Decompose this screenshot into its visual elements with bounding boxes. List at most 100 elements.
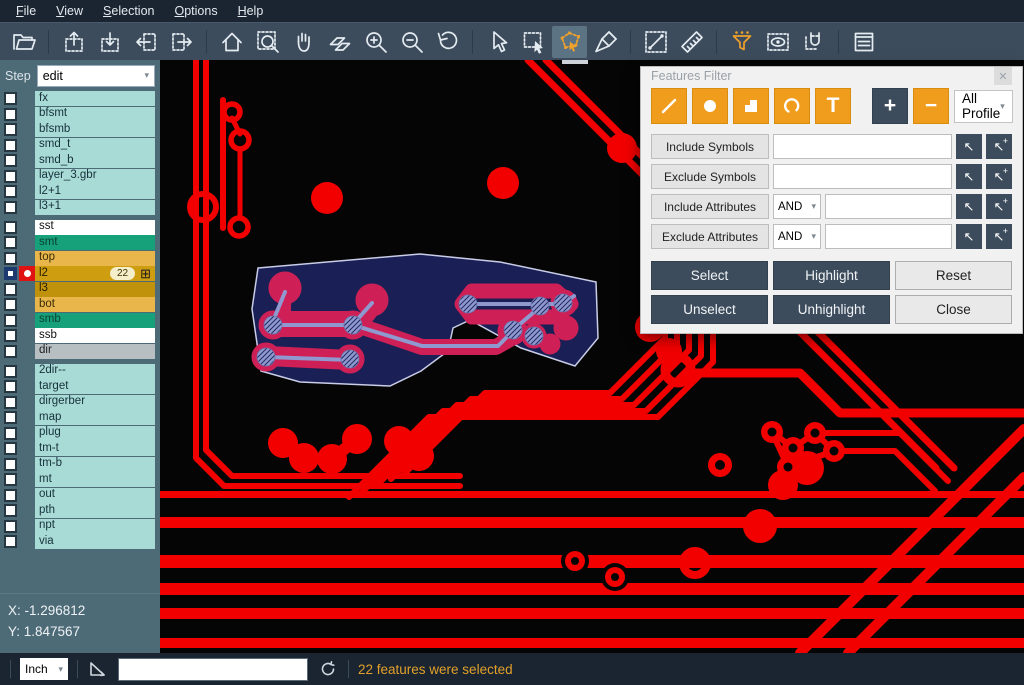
snap-magnet-button[interactable] (796, 26, 831, 58)
profile-select[interactable]: All Profile ▾ (954, 90, 1013, 123)
close-button[interactable]: Close (895, 295, 1012, 324)
layer-visibility-checkbox[interactable] (4, 489, 17, 502)
layer-visibility-checkbox[interactable] (4, 185, 17, 198)
layer-name-tm-b[interactable]: tm-b (35, 457, 155, 472)
step-select[interactable]: edit ▾ (37, 65, 155, 87)
layer-visibility-checkbox[interactable] (4, 108, 17, 121)
pick-arrow-button[interactable]: ↖ (956, 224, 982, 249)
include-attributes-button[interactable]: Include Attributes (651, 194, 769, 219)
layer-visibility-checkbox[interactable] (4, 298, 17, 311)
exclude-attributes-operator-select[interactable]: AND▾ (773, 224, 821, 249)
highlight-button[interactable]: Highlight (773, 261, 890, 290)
layer-visibility-checkbox[interactable] (4, 267, 17, 280)
layer-name-l3[interactable]: l3 (35, 282, 155, 297)
filter-arc-toggle[interactable] (774, 88, 810, 124)
pick-arrow-button[interactable]: ↖ (956, 194, 982, 219)
layer-visibility-checkbox[interactable] (4, 123, 17, 136)
layer-name-tm-t[interactable]: tm-t (35, 441, 155, 456)
menu-selection[interactable]: Selection (93, 2, 164, 20)
units-select[interactable]: Inch ▾ (20, 658, 68, 680)
menu-options[interactable]: Options (164, 2, 227, 20)
layer-name-2dir--[interactable]: 2dir-- (35, 364, 155, 379)
layer-visibility-checkbox[interactable] (4, 458, 17, 471)
import-down-button[interactable] (92, 26, 127, 58)
layer-visibility-checkbox[interactable] (4, 504, 17, 517)
unselect-button[interactable]: Unselect (651, 295, 768, 324)
include-attributes-input[interactable] (825, 194, 952, 219)
layer-name-smd_t[interactable]: smd_t (35, 138, 155, 153)
zoom-in-button[interactable] (358, 26, 393, 58)
include-attributes-operator-select[interactable]: AND▾ (773, 194, 821, 219)
reset-button[interactable]: Reset (895, 261, 1012, 290)
layer-visibility-checkbox[interactable] (4, 283, 17, 296)
layer-visibility-checkbox[interactable] (4, 345, 17, 358)
layer-name-smt[interactable]: smt (35, 235, 155, 250)
zoom-polygon-button[interactable] (322, 26, 357, 58)
select-button[interactable]: Select (651, 261, 768, 290)
include-symbols-button[interactable]: Include Symbols (651, 134, 769, 159)
layer-name-top[interactable]: top (35, 251, 155, 266)
measure-ruler-button[interactable] (674, 26, 709, 58)
pick-arrow-button[interactable]: ↖ (956, 164, 982, 189)
step-left-button[interactable] (128, 26, 163, 58)
exclude-symbols-button[interactable]: Exclude Symbols (651, 164, 769, 189)
layer-visibility-checkbox[interactable] (4, 535, 17, 548)
filter-surface-toggle[interactable] (733, 88, 769, 124)
layer-visibility-checkbox[interactable] (4, 139, 17, 152)
layer-visibility-checkbox[interactable] (4, 365, 17, 378)
layer-visibility-checkbox[interactable] (4, 252, 17, 265)
layer-name-ssb[interactable]: ssb (35, 328, 155, 343)
layer-name-l2+1[interactable]: l2+1 (35, 184, 155, 199)
zoom-previous-button[interactable] (430, 26, 465, 58)
layer-visibility-checkbox[interactable] (4, 411, 17, 424)
positive-polarity-toggle[interactable]: + (872, 88, 908, 124)
active-layer-indicator[interactable] (19, 266, 35, 281)
clear-brush-button[interactable] (588, 26, 623, 58)
menu-help[interactable]: Help (228, 2, 274, 20)
step-right-button[interactable] (164, 26, 199, 58)
exclude-attributes-button[interactable]: Exclude Attributes (651, 224, 769, 249)
layer-name-smb[interactable]: smb (35, 313, 155, 328)
command-input[interactable] (118, 658, 308, 681)
layer-visibility-checkbox[interactable] (4, 154, 17, 167)
layer-name-dirgerber[interactable]: dirgerber (35, 395, 155, 410)
layer-visibility-checkbox[interactable] (4, 427, 17, 440)
select-rectangle-button[interactable] (516, 26, 551, 58)
filter-line-toggle[interactable] (651, 88, 687, 124)
layer-name-pth[interactable]: pth (35, 503, 155, 518)
layer-name-bfsmb[interactable]: bfsmb (35, 122, 155, 137)
close-icon[interactable]: ✕ (994, 67, 1012, 85)
attributes-grid-icon[interactable]: ⊞ (140, 267, 151, 280)
layer-name-mt[interactable]: mt (35, 472, 155, 487)
layer-name-via[interactable]: via (35, 534, 155, 549)
layer-visibility-checkbox[interactable] (4, 442, 17, 455)
layer-name-fx[interactable]: fx (35, 91, 155, 106)
canvas-scroll-tab[interactable] (562, 60, 588, 64)
pick-arrow-add-button[interactable]: ↖+ (986, 224, 1012, 249)
pick-arrow-add-button[interactable]: ↖+ (986, 134, 1012, 159)
features-filter-button[interactable] (724, 26, 759, 58)
export-up-button[interactable] (56, 26, 91, 58)
layer-panel-button[interactable] (846, 26, 881, 58)
pick-arrow-add-button[interactable]: ↖+ (986, 164, 1012, 189)
layer-name-target[interactable]: target (35, 379, 155, 394)
select-arrow-button[interactable] (480, 26, 515, 58)
filter-text-toggle[interactable]: T (815, 88, 851, 124)
view-options-button[interactable] (760, 26, 795, 58)
layer-name-sst[interactable]: sst (35, 220, 155, 235)
layer-visibility-checkbox[interactable] (4, 201, 17, 214)
pick-arrow-button[interactable]: ↖ (956, 134, 982, 159)
angle-mode-button[interactable] (87, 658, 109, 680)
layer-name-l2[interactable]: l222⊞ (35, 266, 155, 281)
layer-visibility-checkbox[interactable] (4, 473, 17, 486)
layer-visibility-checkbox[interactable] (4, 396, 17, 409)
open-folder-button[interactable] (6, 26, 41, 58)
filter-pad-toggle[interactable] (692, 88, 728, 124)
layer-visibility-checkbox[interactable] (4, 520, 17, 533)
dialog-title-bar[interactable]: Features Filter ✕ (651, 67, 1012, 85)
layer-visibility-checkbox[interactable] (4, 170, 17, 183)
layer-name-dir[interactable]: dir (35, 344, 155, 359)
layer-name-out[interactable]: out (35, 488, 155, 503)
layer-visibility-checkbox[interactable] (4, 221, 17, 234)
exclude-symbols-input[interactable] (773, 164, 952, 189)
